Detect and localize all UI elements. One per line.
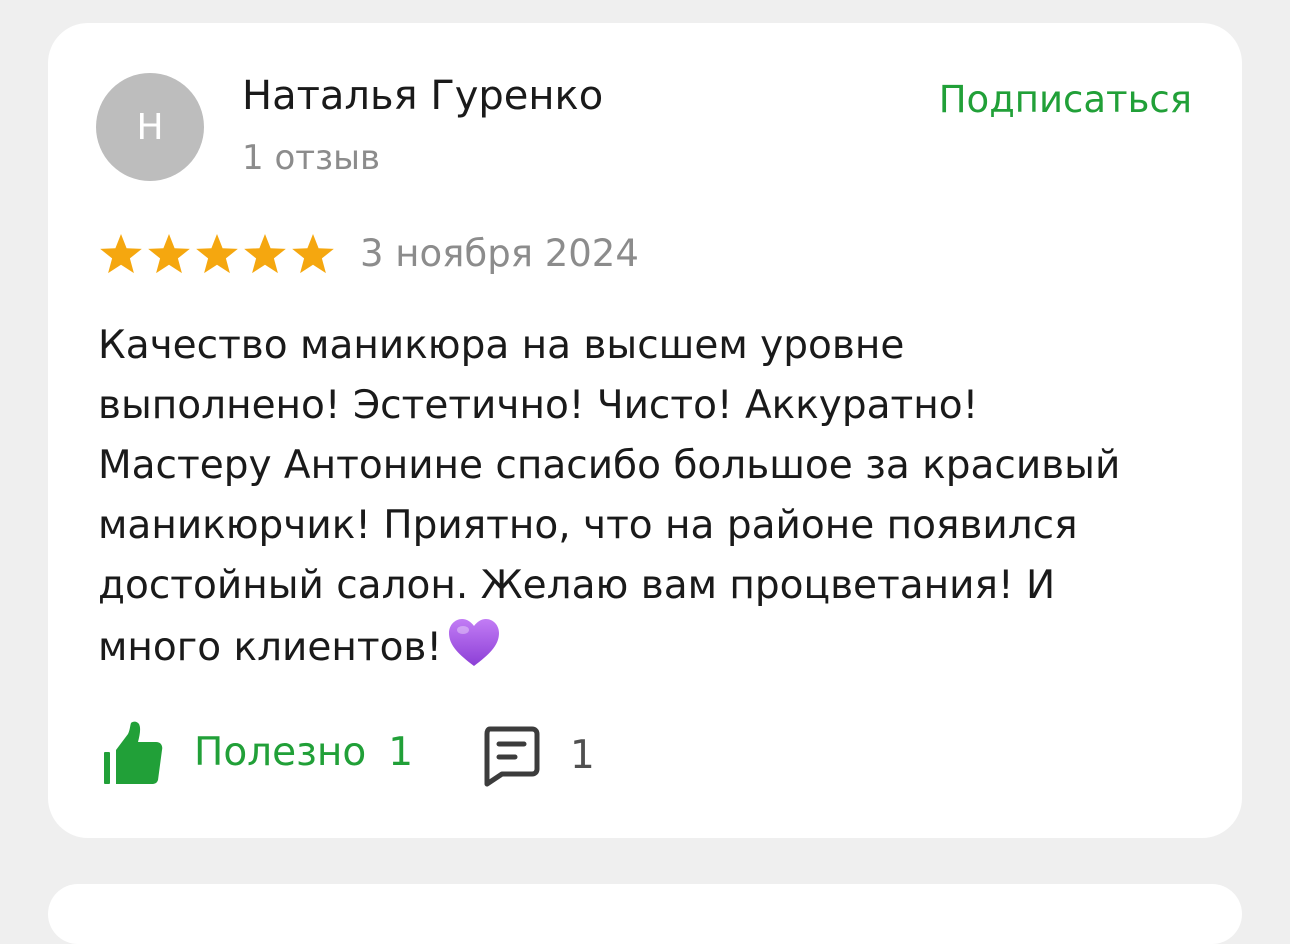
purple-heart-icon: [449, 619, 500, 666]
star-icon: [196, 234, 238, 274]
useful-button[interactable]: Полезно 1: [100, 718, 413, 788]
star-icon: [244, 234, 286, 274]
star-icon: [292, 234, 334, 274]
star-icon: [148, 234, 190, 274]
comments-button[interactable]: 1: [482, 724, 595, 788]
star-icon: [100, 234, 142, 274]
author-reviews-count: 1 отзыв: [242, 138, 381, 178]
useful-label: Полезно: [194, 730, 367, 775]
avatar-initial: Н: [136, 106, 164, 148]
avatar[interactable]: Н: [96, 73, 204, 181]
comment-icon: [484, 726, 540, 787]
review-text: Качество маникюра на высшем уровне выпол…: [98, 316, 1208, 678]
subscribe-button[interactable]: Подписаться: [939, 76, 1192, 124]
author-name[interactable]: Наталья Гуренко: [242, 70, 603, 122]
useful-count: 1: [388, 730, 414, 775]
review-text-body: Качество маникюра на высшем уровне выпол…: [98, 323, 1121, 670]
comments-count: 1: [570, 733, 595, 778]
rating-stars: [98, 232, 336, 276]
next-review-card: [48, 884, 1242, 944]
thumbs-up-icon: [104, 721, 163, 784]
review-date: 3 ноября 2024: [360, 232, 639, 275]
